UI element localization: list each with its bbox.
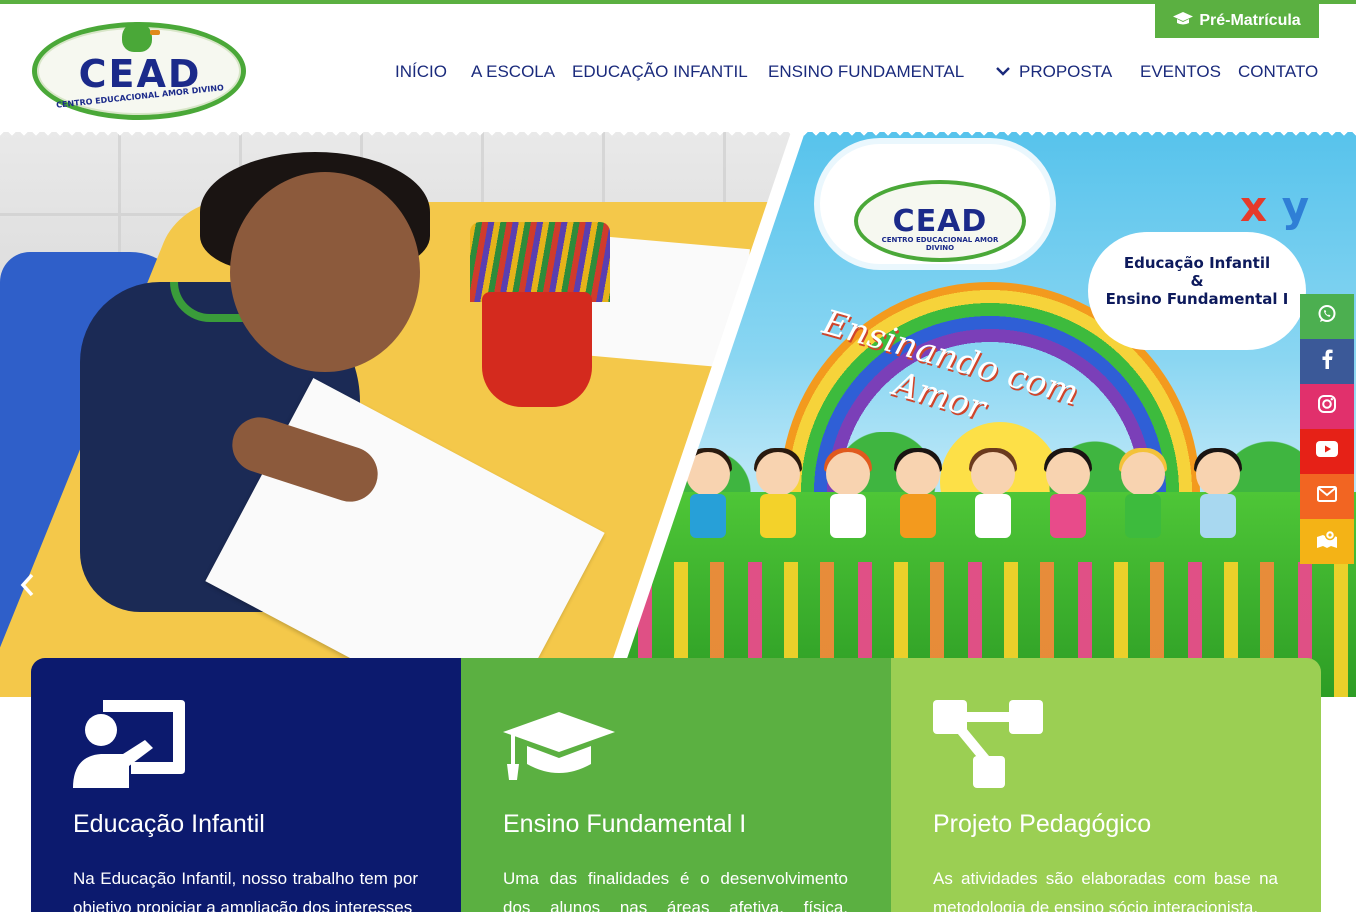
facebook-icon bbox=[1321, 349, 1333, 374]
card-text: As atividades são elaboradas com base na… bbox=[933, 869, 1278, 912]
map-icon bbox=[1316, 529, 1338, 554]
nav-item-contato[interactable]: CONTATO bbox=[1238, 62, 1318, 82]
whatsapp-button[interactable] bbox=[1300, 294, 1354, 339]
teacher-board-icon bbox=[73, 700, 185, 792]
nav-item-proposta[interactable]: PROPOSTA bbox=[1019, 62, 1112, 82]
mail-icon bbox=[1317, 486, 1337, 507]
graduation-cap-icon bbox=[1173, 11, 1194, 31]
nav-item-inicio[interactable]: INÍCIO bbox=[395, 62, 447, 82]
sitemap-icon bbox=[933, 700, 1045, 792]
nav-item-a-escola[interactable]: A ESCOLA bbox=[471, 62, 555, 82]
card-text: Uma das finalidades é o desenvolvimento … bbox=[503, 869, 848, 912]
feature-cards: Educação Infantil Na Educação Infantil, … bbox=[31, 658, 1321, 912]
decorative-letters: x y bbox=[1240, 182, 1310, 231]
youtube-button[interactable] bbox=[1300, 429, 1354, 474]
nav-item-educacao-infantil[interactable]: EDUCAÇÃO INFANTIL bbox=[572, 62, 748, 82]
nav-item-eventos[interactable]: EVENTOS bbox=[1140, 62, 1221, 82]
bird-icon bbox=[122, 22, 160, 52]
card-title: Ensino Fundamental I bbox=[503, 810, 747, 838]
card-title: Educação Infantil bbox=[73, 810, 265, 838]
card-projeto-pedagogico[interactable]: Projeto Pedagógico As atividades são ela… bbox=[891, 658, 1321, 912]
card-title: Projeto Pedagógico bbox=[933, 810, 1152, 838]
youtube-icon bbox=[1316, 441, 1338, 462]
instagram-icon bbox=[1317, 394, 1337, 419]
card-text: Na Educação Infantil, nosso trabalho tem… bbox=[73, 869, 418, 912]
card-educacao-infantil[interactable]: Educação Infantil Na Educação Infantil, … bbox=[31, 658, 461, 912]
pre-matricula-button[interactable]: Pré-Matrícula bbox=[1155, 4, 1319, 38]
hero-logo-wordmark: CEAD bbox=[892, 204, 988, 239]
hero-cloud-text: Educação Infantil & Ensino Fundamental I bbox=[1105, 254, 1289, 308]
colored-pencils bbox=[470, 222, 610, 302]
site-header: CEAD CENTRO EDUCACIONAL AMOR DIVINO Pré-… bbox=[0, 4, 1356, 132]
hero-slider: Ensinando com Amor CEAD CENTRO EDUCACION… bbox=[0, 132, 1356, 697]
slider-prev-arrow[interactable] bbox=[18, 572, 38, 605]
main-nav: INÍCIO A ESCOLA EDUCAÇÃO INFANTIL ENSINO… bbox=[0, 62, 1356, 86]
chevron-down-icon[interactable] bbox=[995, 63, 1011, 83]
facebook-button[interactable] bbox=[1300, 339, 1354, 384]
zigzag-border bbox=[0, 124, 1356, 138]
pencil-cup bbox=[482, 292, 592, 407]
map-button[interactable] bbox=[1300, 519, 1354, 564]
social-sidebar bbox=[1300, 294, 1354, 564]
cartoon-kids bbox=[680, 448, 1280, 572]
whatsapp-icon bbox=[1317, 304, 1337, 329]
email-button[interactable] bbox=[1300, 474, 1354, 519]
nav-item-ensino-fundamental[interactable]: ENSINO FUNDAMENTAL bbox=[768, 62, 964, 82]
card-ensino-fundamental[interactable]: Ensino Fundamental I Uma das finalidades… bbox=[461, 658, 891, 912]
instagram-button[interactable] bbox=[1300, 384, 1354, 429]
pre-matricula-label: Pré-Matrícula bbox=[1199, 12, 1301, 29]
hero-logo-subtitle: CENTRO EDUCACIONAL AMOR DIVINO bbox=[881, 236, 999, 252]
graduation-cap-icon bbox=[503, 700, 615, 792]
